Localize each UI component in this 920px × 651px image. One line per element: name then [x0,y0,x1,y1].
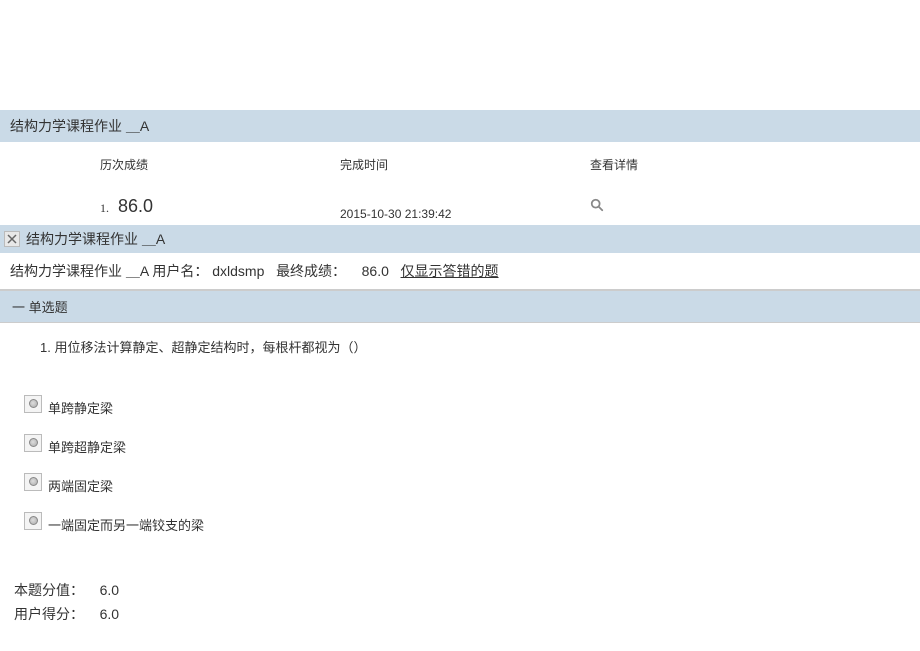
radio-icon[interactable] [24,512,42,530]
history-header-row: 历次成绩 完成时间 查看详情 [0,142,920,181]
col-history-score: 历次成绩 [0,156,340,173]
option-label: 单跨静定梁 [48,398,113,417]
question-score-label: 本题分值： [14,582,84,598]
option-row: 一端固定而另一端铰支的梁 [24,511,920,530]
row-index: 1. [100,201,109,215]
option-label: 一端固定而另一端铰支的梁 [48,515,204,534]
info-line: 结构力学课程作业 ＿A 用户名： dxldsmp 最终成绩： 86.0 仅显示答… [0,253,920,290]
magnifier-icon[interactable] [590,198,604,212]
section-title: 一 单选题 [0,290,920,323]
option-row: 单跨静定梁 [24,394,920,413]
option-label: 单跨超静定梁 [48,437,126,456]
row-time: 2015-10-30 21:39:42 [340,191,590,221]
option-label: 两端固定梁 [48,476,113,495]
assignment-header: 结构力学课程作业 ＿A [0,110,920,142]
radio-icon[interactable] [24,395,42,413]
col-finish-time: 完成时间 [340,156,590,173]
history-data-row: 1. 86.0 2015-10-30 21:39:42 [0,181,920,225]
info-user-value: dxldsmp [212,263,264,279]
score-footer: 本题分值： 6.0 用户得分： 6.0 [0,550,920,638]
option-row: 单跨超静定梁 [24,433,920,452]
info-user-label: 用户名： [152,263,208,279]
question-text: 1. 用位移法计算静定、超静定结构时，每根杆都视为（） [0,323,920,366]
close-icon[interactable] [4,231,20,247]
info-final-label: 最终成绩： [276,263,346,279]
detail-title: 结构力学课程作业 ＿A [26,229,165,249]
user-score-label: 用户得分： [14,606,84,622]
info-assignment: 结构力学课程作业 ＿A [10,263,148,279]
option-row: 两端固定梁 [24,472,920,491]
filter-wrong-link[interactable]: 仅显示答错的题 [401,263,499,279]
radio-icon[interactable] [24,473,42,491]
info-final-value: 86.0 [362,263,389,279]
assignment-title: 结构力学课程作业 ＿A [10,118,149,134]
options-container: 单跨静定梁 单跨超静定梁 两端固定梁 一端固定而另一端铰支的梁 [0,366,920,530]
radio-icon[interactable] [24,434,42,452]
detail-header: 结构力学课程作业 ＿A [0,225,920,253]
row-score: 86.0 [118,196,153,216]
col-view-detail: 查看详情 [590,156,810,173]
user-score-value: 6.0 [100,606,119,622]
question-score-value: 6.0 [100,582,119,598]
